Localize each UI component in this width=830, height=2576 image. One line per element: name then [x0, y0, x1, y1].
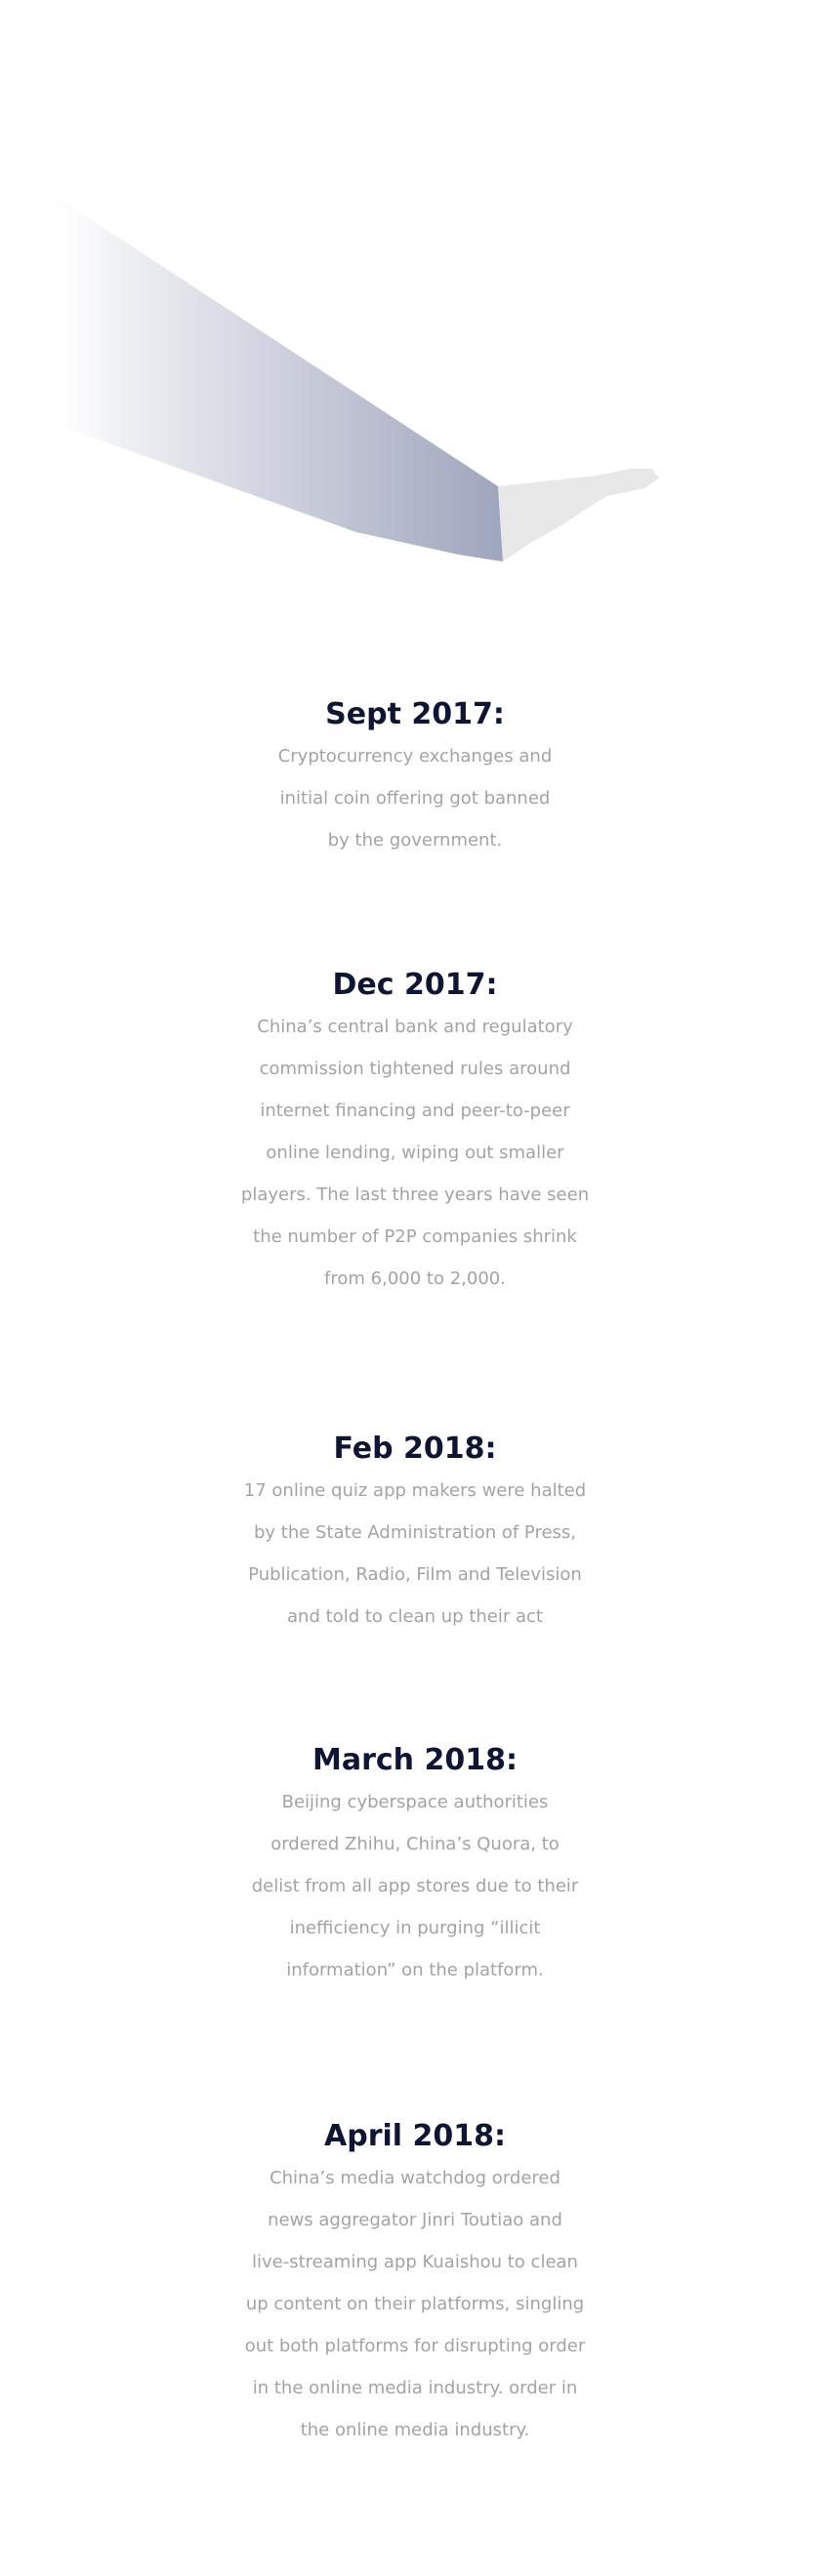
description-line: China’s central bank and regulatory — [257, 1017, 573, 1037]
description-line: Publication, Radio, Film and Television — [248, 1564, 582, 1585]
description-line: ordered Zhihu, China’s Quora, to — [270, 1834, 560, 1854]
entry-date: Sept 2017: — [325, 697, 505, 731]
description-line: and told to clean up their act — [287, 1606, 543, 1627]
description-line: China’s media watchdog ordered — [270, 2168, 560, 2188]
light-beam-shape — [39, 186, 503, 561]
entry-description: China’s media watchdog ordered news aggr… — [0, 2157, 830, 2451]
description-line: Cryptocurrency exchanges and — [277, 746, 553, 767]
description-line: information” on the platform. — [286, 1960, 544, 1980]
timeline-entry-march-2018: March 2018: Beijing cyberspace authoriti… — [0, 1740, 830, 1991]
description-line: the number of P2P companies shrink — [253, 1226, 577, 1247]
entry-date: April 2018: — [324, 2119, 506, 2153]
description-line: by the government. — [327, 830, 503, 851]
timeline-entry-sept-2017: Sept 2017: Cryptocurrency exchanges and … — [0, 694, 830, 861]
hand-shape — [498, 469, 659, 561]
entry-description: China’s central bank and regulatory comm… — [0, 1006, 830, 1300]
description-line: inefficiency in purging “illicit — [289, 1918, 541, 1938]
description-line: 17 online quiz app makers were halted — [243, 1480, 587, 1501]
entry-description: 17 online quiz app makers were halted by… — [0, 1470, 830, 1638]
description-line: out both platforms for disrupting order — [244, 2336, 586, 2356]
entry-description: Beijing cyberspace authorities ordered Z… — [0, 1781, 830, 1991]
description-line: up content on their platforms, singling — [245, 2294, 585, 2314]
timeline-entry-dec-2017: Dec 2017: China’s central bank and regul… — [0, 965, 830, 1300]
description-line: commission tightened rules around — [259, 1059, 571, 1079]
entry-description: Cryptocurrency exchanges and initial coi… — [0, 735, 830, 861]
description-line: online lending, wiping out smaller — [266, 1143, 564, 1163]
description-line: delist from all app stores due to their — [251, 1876, 579, 1896]
description-line: live-streaming app Kuaishou to clean — [252, 2252, 578, 2272]
description-line: internet financing and peer-to-peer — [260, 1101, 570, 1121]
description-line: Beijing cyberspace authorities — [281, 1792, 549, 1812]
entry-date: Feb 2018: — [333, 1432, 497, 1466]
description-line: by the State Administration of Press, — [253, 1522, 577, 1543]
entry-date: Dec 2017: — [332, 968, 498, 1002]
description-line: the online media industry. — [300, 2420, 530, 2440]
timeline-entry-april-2018: April 2018: China’s media watchdog order… — [0, 2116, 830, 2451]
description-line: news aggregator Jinri Toutiao and — [268, 2210, 562, 2230]
timeline-entry-feb-2018: Feb 2018: 17 online quiz app makers were… — [0, 1429, 830, 1638]
description-line: from 6,000 to 2,000. — [324, 1268, 506, 1289]
description-line: players. The last three years have seen — [240, 1184, 590, 1205]
entry-date: March 2018: — [312, 1743, 518, 1777]
description-line: initial coin offering got banned — [279, 788, 551, 809]
light-beam-hand-illustration — [39, 186, 659, 561]
description-line: in the online media industry. order in — [252, 2378, 578, 2398]
